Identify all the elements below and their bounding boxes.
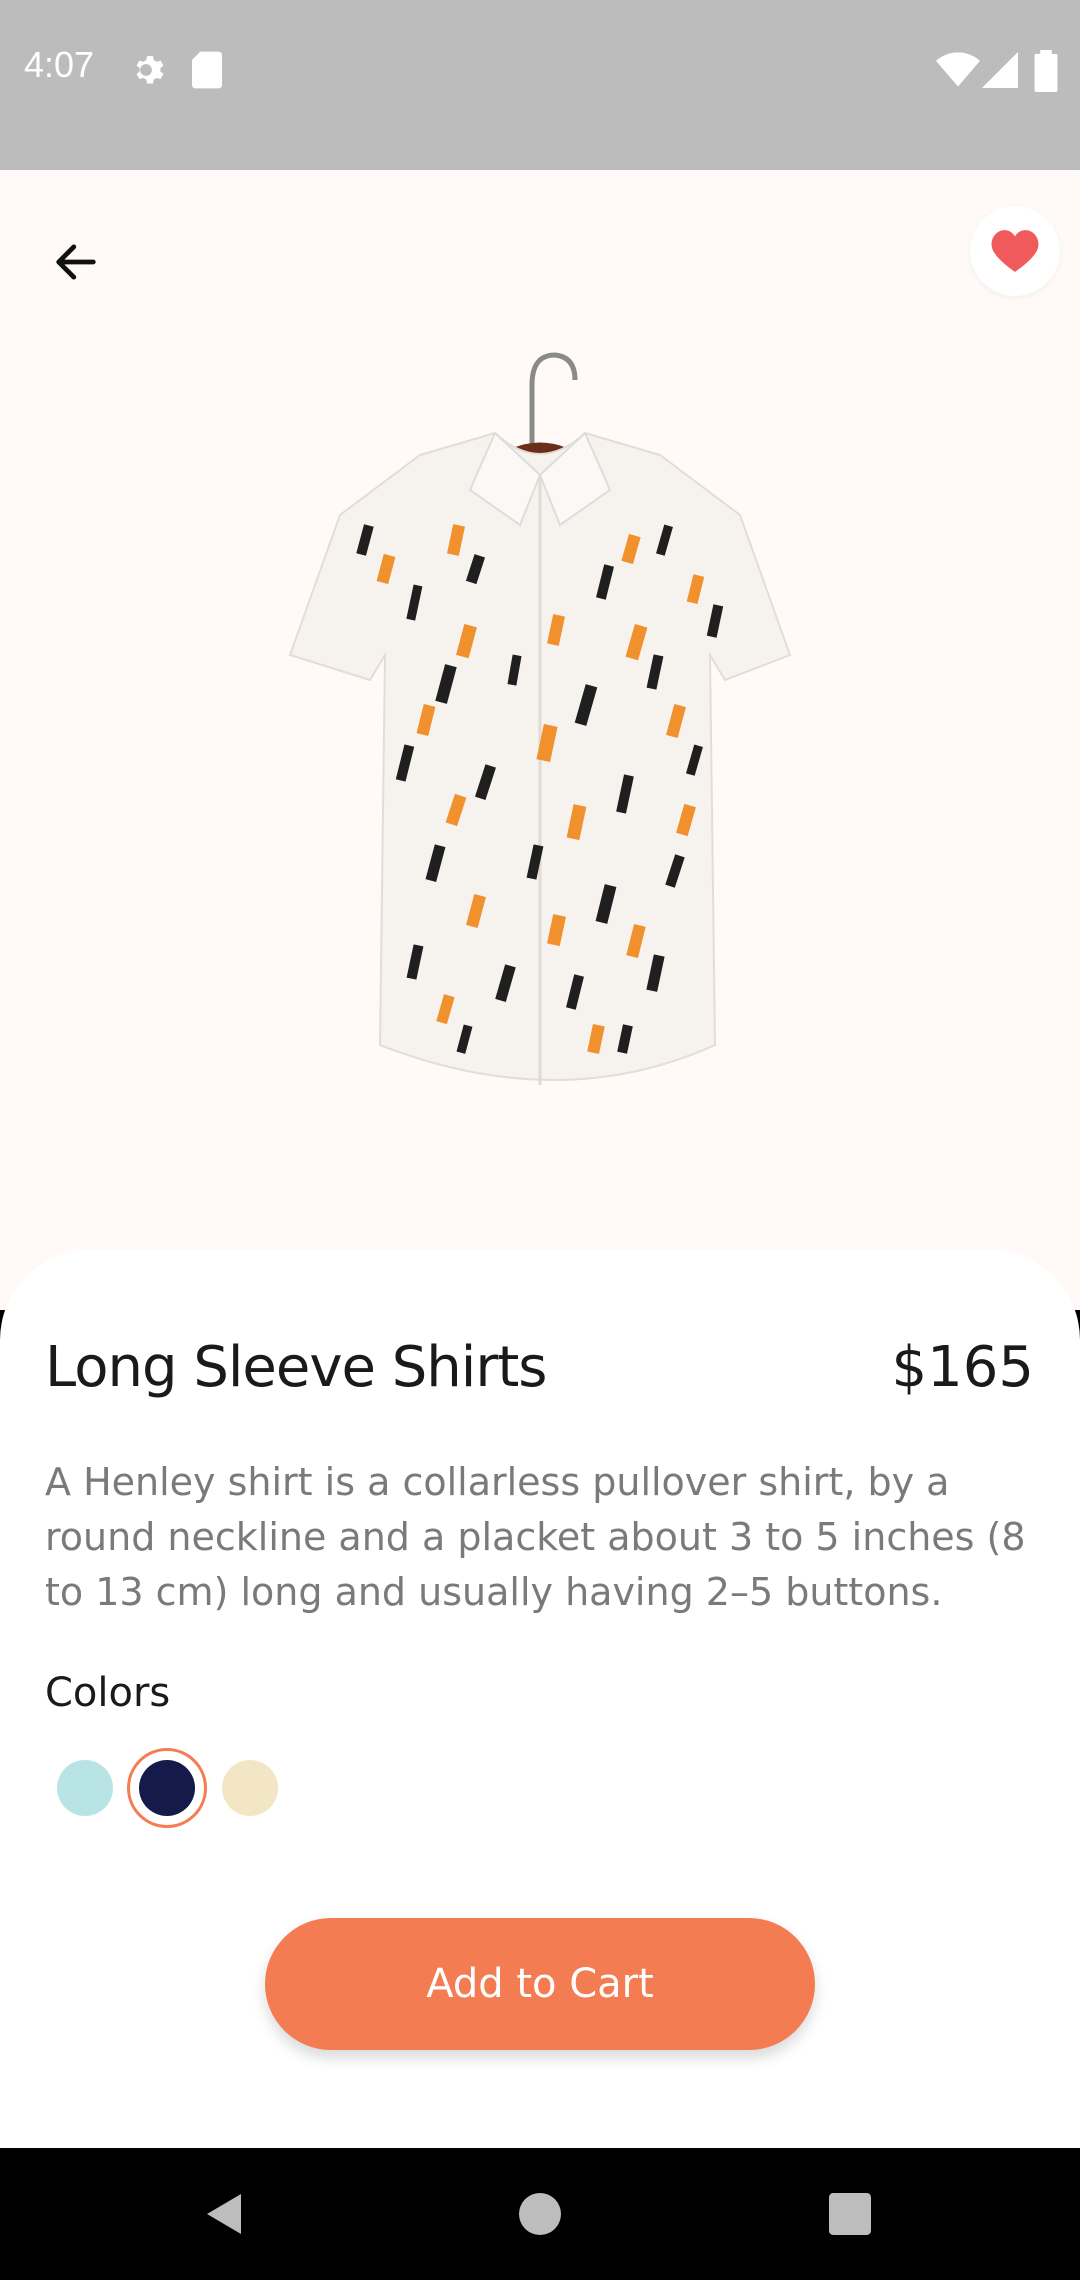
product-hero: [0, 170, 1080, 1310]
shirt-image: [288, 352, 792, 1085]
battery-icon: [1034, 50, 1058, 97]
color-swatch-light-cyan[interactable]: [57, 1760, 113, 1816]
nav-recents-button[interactable]: [790, 2148, 910, 2280]
product-price: $165: [891, 1335, 1034, 1400]
nav-home-button[interactable]: [480, 2148, 600, 2280]
nav-back-button[interactable]: [165, 2148, 285, 2280]
colors-label: Colors: [45, 1670, 171, 1716]
signal-icon: [982, 50, 1018, 95]
system-nav-bar: [0, 2148, 1080, 2280]
arrow-left-icon: [56, 244, 96, 280]
color-swatch-navy[interactable]: [127, 1748, 207, 1828]
back-triangle-icon: [207, 2194, 241, 2234]
recents-square-icon: [829, 2193, 871, 2235]
heart-icon: [991, 230, 1039, 272]
product-description: A Henley shirt is a collarless pullover …: [45, 1460, 1026, 1614]
color-swatch-cream[interactable]: [222, 1760, 278, 1816]
gear-icon: [126, 50, 166, 95]
color-swatch-navy-dot: [139, 1760, 195, 1816]
home-circle-icon: [519, 2193, 561, 2235]
back-button[interactable]: [36, 222, 116, 302]
add-to-cart-button[interactable]: Add to Cart: [265, 1918, 815, 2050]
sd-card-icon: [190, 50, 224, 95]
wifi-icon: [936, 50, 980, 95]
status-bar: 4:07: [0, 0, 1080, 170]
favorite-button[interactable]: [970, 206, 1060, 296]
product-details-sheet: Long Sleeve Shirts $165 A Henley shirt i…: [0, 1250, 1080, 2148]
product-title: Long Sleeve Shirts: [45, 1335, 547, 1400]
status-time: 4:07: [24, 44, 95, 85]
